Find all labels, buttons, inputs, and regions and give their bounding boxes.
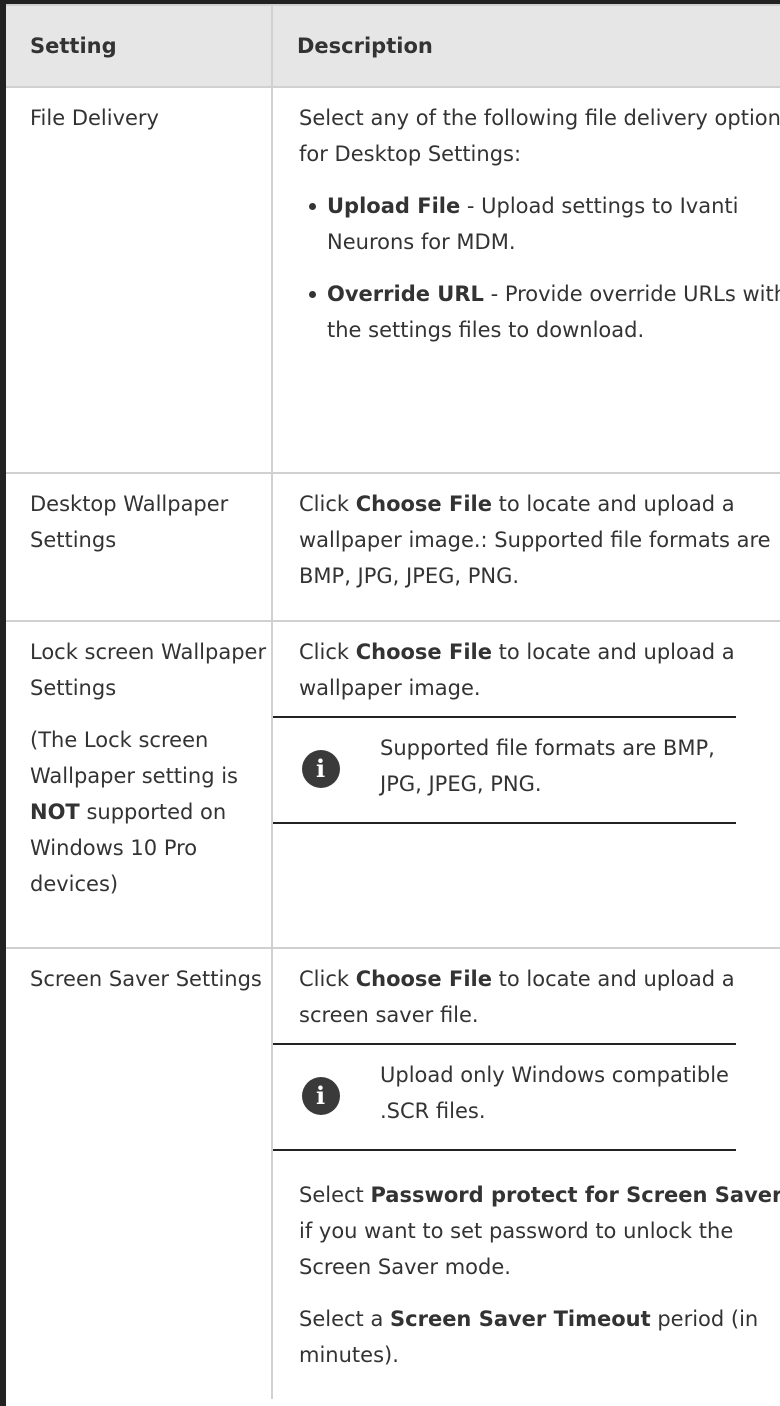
text-run: if you want to set password to unlock th…	[299, 1219, 734, 1279]
bullet-icon	[309, 291, 316, 298]
text-run: Select a	[299, 1307, 391, 1331]
table-row: Screen Saver Settings Click Choose File …	[6, 947, 780, 1399]
option-list: Upload File - Upload settings to Ivanti …	[299, 188, 780, 348]
description-text: Click Choose File to locate and upload a…	[299, 486, 780, 594]
option-name: Override URL	[327, 282, 484, 306]
ui-label: Password protect for Screen Saver	[370, 1183, 780, 1207]
setting-name: File Delivery	[30, 106, 159, 130]
info-note: i Upload only Windows compatible .SCR fi…	[273, 1043, 736, 1151]
text-run: Click	[299, 640, 356, 664]
list-item: Override URL - Provide override URLs wit…	[299, 276, 780, 348]
emphasis: NOT	[30, 800, 80, 824]
info-note: i Supported file formats are BMP, JPG, J…	[273, 716, 736, 824]
list-item: Upload File - Upload settings to Ivanti …	[299, 188, 780, 260]
setting-cell: Lock screen Wallpaper Settings (The Lock…	[6, 620, 273, 949]
description-text: Select Password protect for Screen Saver…	[299, 1177, 780, 1285]
table-header-row: Setting Description	[6, 4, 780, 88]
header-description: Description	[271, 4, 780, 88]
ui-label: Choose File	[355, 492, 492, 516]
setting-cell: Desktop Wallpaper Settings	[6, 472, 273, 622]
text-run: Select	[299, 1183, 371, 1207]
info-icon: i	[301, 1077, 340, 1115]
description-text: Select any of the following file deliver…	[299, 106, 780, 166]
description-text: Click Choose File to locate and upload a…	[299, 634, 780, 706]
description-cell: Click Choose File to locate and upload a…	[271, 947, 780, 1399]
text-run: (The Lock screen Wallpaper setting is	[30, 728, 238, 788]
description-text: Select a Screen Saver Timeout period (in…	[299, 1301, 780, 1373]
setting-note: (The Lock screen Wallpaper setting is NO…	[30, 722, 271, 902]
option-name: Upload File	[327, 194, 461, 218]
description-cell: Select any of the following file deliver…	[271, 86, 780, 474]
setting-cell: File Delivery	[6, 86, 273, 474]
header-setting: Setting	[6, 4, 273, 88]
table-row: Lock screen Wallpaper Settings (The Lock…	[6, 620, 780, 949]
info-note-text: Upload only Windows compatible .SCR file…	[380, 1063, 729, 1123]
text-run: Click	[299, 967, 356, 991]
document-page: Setting Description File Delivery Select…	[0, 0, 780, 1406]
description-cell: Click Choose File to locate and upload a…	[271, 620, 780, 949]
text-run: Click	[299, 492, 356, 516]
info-note-text: Supported file formats are BMP, JPG, JPE…	[380, 736, 715, 796]
ui-label: Screen Saver Timeout	[390, 1307, 651, 1331]
bullet-icon	[309, 203, 316, 210]
description-cell: Click Choose File to locate and upload a…	[271, 472, 780, 622]
setting-name: Screen Saver Settings	[30, 967, 262, 991]
ui-label: Choose File	[355, 967, 492, 991]
description-text: Click Choose File to locate and upload a…	[299, 961, 780, 1033]
info-icon: i	[301, 750, 340, 788]
ui-label: Choose File	[355, 640, 492, 664]
setting-name: Desktop Wallpaper Settings	[30, 492, 229, 552]
setting-cell: Screen Saver Settings	[6, 947, 273, 1399]
settings-table: Setting Description File Delivery Select…	[6, 4, 780, 1399]
setting-name: Lock screen Wallpaper Settings	[30, 640, 267, 700]
table-row: Desktop Wallpaper Settings Click Choose …	[6, 472, 780, 622]
table-row: File Delivery Select any of the followin…	[6, 86, 780, 474]
